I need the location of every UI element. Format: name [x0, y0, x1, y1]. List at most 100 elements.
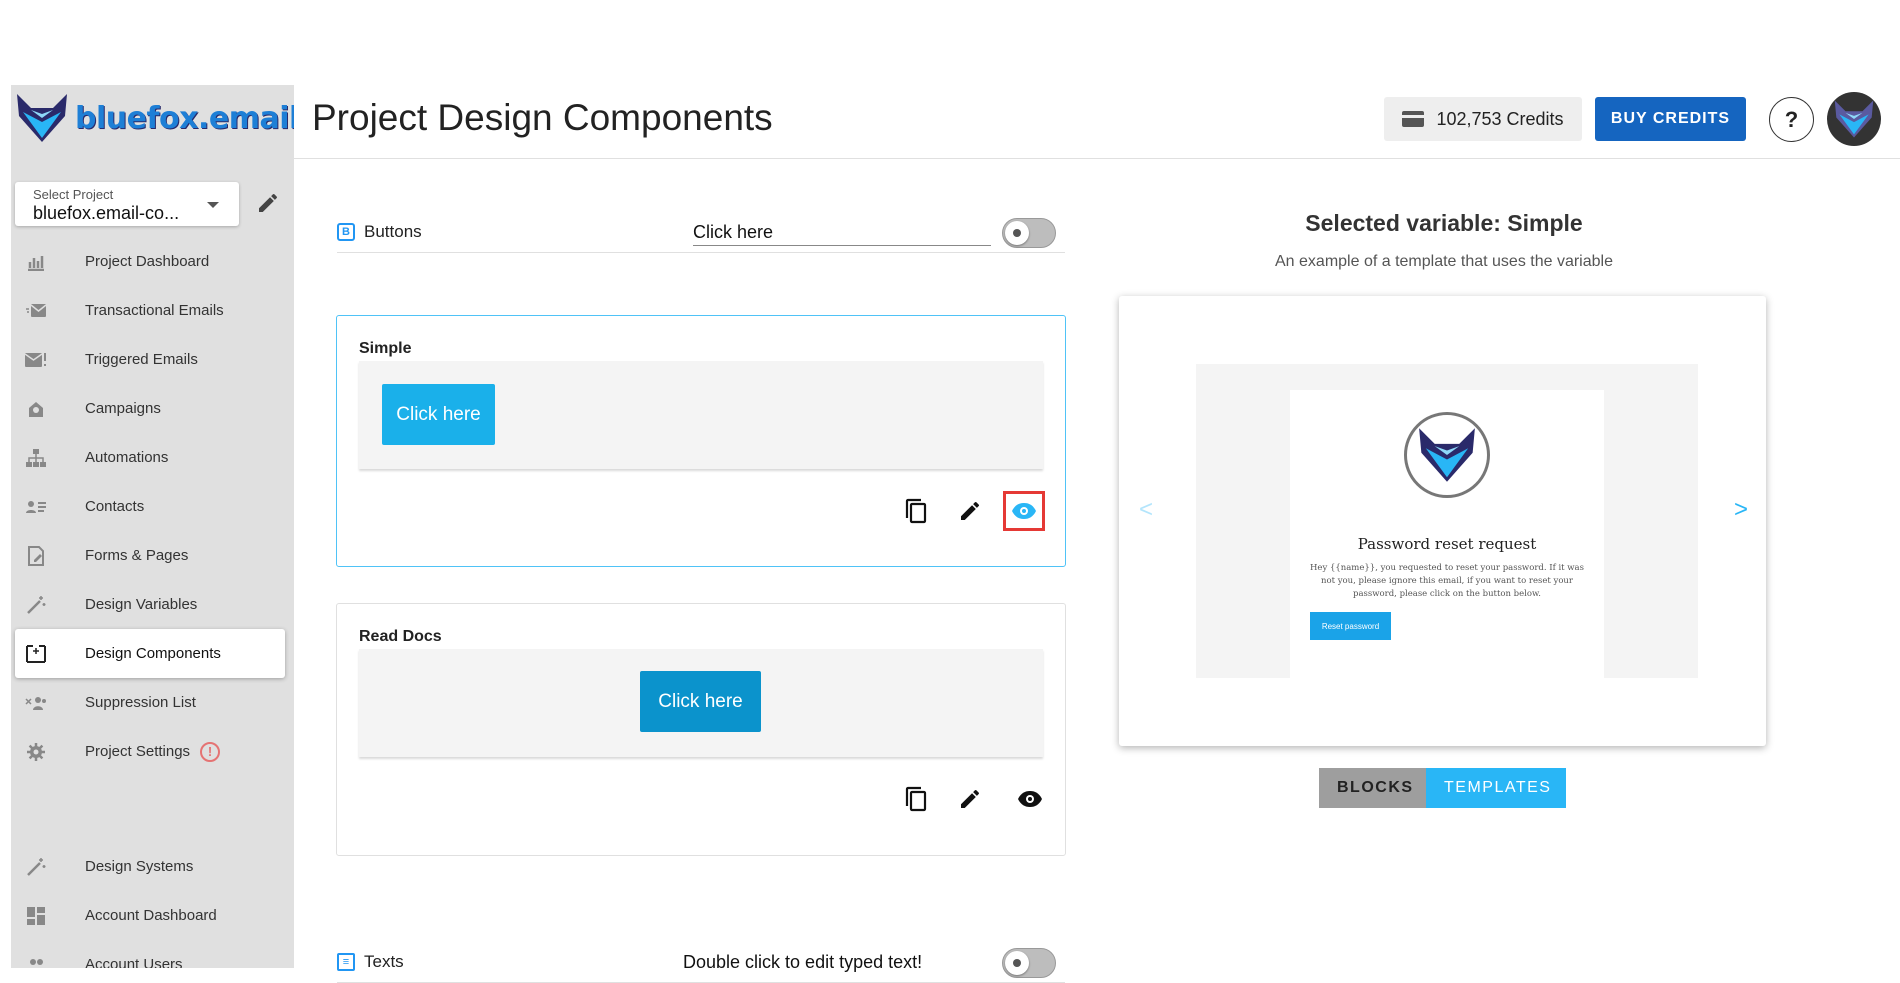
component-icon [25, 643, 47, 665]
blocks-tab[interactable]: BLOCKS [1319, 768, 1426, 808]
component-preview: Click here [359, 361, 1043, 469]
fox-logo-icon [17, 94, 67, 142]
project-select[interactable]: Select Project bluefox.email-co... [15, 182, 239, 226]
brand-name: bluefox.email [75, 100, 294, 136]
sidebar-item-contacts[interactable]: Contacts [15, 482, 285, 531]
texts-section-title: Texts [364, 952, 404, 971]
contacts-icon [25, 496, 47, 518]
form-icon [25, 545, 47, 567]
template-paper: Password reset request Hey {{name}}, you… [1290, 390, 1604, 678]
copy-button[interactable] [889, 491, 943, 531]
copy-icon [905, 786, 927, 812]
component-actions [889, 779, 1057, 819]
sidebar-item-design-systems[interactable]: Design Systems [15, 842, 285, 891]
templates-tab[interactable]: TEMPLATES [1426, 768, 1566, 808]
edit-button[interactable] [943, 779, 997, 819]
buttons-toggle[interactable] [1002, 218, 1056, 248]
texts-toggle[interactable] [1002, 948, 1056, 978]
user-block-icon [25, 692, 47, 714]
copy-button[interactable] [889, 779, 943, 819]
sidebar-item-suppression-list[interactable]: Suppression List [15, 678, 285, 727]
text-input[interactable]: Double click to edit typed text! [683, 949, 993, 976]
template-canvas: Password reset request Hey {{name}}, you… [1196, 364, 1698, 678]
template-body: Hey {{name}}, you requested to reset you… [1310, 563, 1584, 599]
texts-section-header: ≡ Texts Double click to edit typed text! [337, 943, 1065, 983]
pencil-icon [961, 501, 980, 520]
header-divider [294, 158, 1900, 159]
sidebar-item-forms-pages[interactable]: Forms & Pages [15, 531, 285, 580]
sidebar-item-label: Project Dashboard [85, 253, 210, 270]
component-card-simple[interactable]: Simple Click here [336, 315, 1066, 567]
eye-icon [1012, 503, 1036, 519]
pencil-icon [961, 789, 980, 808]
text-section-icon: ≡ [337, 953, 355, 971]
project-select-label: Select Project [33, 187, 114, 202]
sidebar-item-label: Suppression List [85, 694, 196, 711]
template-button: Reset password [1310, 612, 1391, 640]
sidebar-item-label: Design Components [85, 645, 221, 662]
fox-avatar-icon [1834, 100, 1874, 138]
credits-display: 102,753 Credits [1384, 97, 1582, 141]
button-text-input[interactable]: Click here [693, 219, 991, 246]
sidebar-item-label: Triggered Emails [85, 351, 198, 368]
sidebar-item-design-variables[interactable]: Design Variables [15, 580, 285, 629]
sidebar-item-design-components[interactable]: Design Components [15, 629, 285, 678]
component-card-read-docs[interactable]: Read Docs Click here [336, 603, 1066, 856]
selected-variable-subtitle: An example of a template that uses the v… [1275, 253, 1613, 270]
sidebar-item-label: Account Users [85, 956, 183, 968]
sidebar-item-label: Transactional Emails [85, 302, 224, 319]
sidebar-item-project-settings[interactable]: Project Settings ! [15, 727, 285, 776]
sidebar-item-label: Automations [85, 449, 169, 466]
component-title: Read Docs [359, 628, 442, 645]
preview-mode-toggle: BLOCKS TEMPLATES [1319, 768, 1566, 808]
sidebar-item-triggered-emails[interactable]: Triggered Emails [15, 335, 285, 384]
sidebar-item-automations[interactable]: Automations [15, 433, 285, 482]
sidebar-item-campaigns[interactable]: Campaigns [15, 384, 285, 433]
buttons-section-icon: B [337, 223, 355, 241]
campaign-icon [25, 398, 47, 420]
chart-icon [25, 251, 47, 273]
users-icon [25, 954, 47, 968]
brand-logo[interactable]: bluefox.email [15, 89, 294, 147]
toggle-knob [1005, 221, 1029, 245]
sidebar-item-label: Design Systems [85, 858, 194, 875]
sidebar-nav: Project Dashboard Transactional Emails T… [15, 237, 285, 968]
component-actions [889, 491, 1045, 531]
sidebar-item-label: Account Dashboard [85, 907, 217, 924]
buttons-section-title: Buttons [364, 222, 422, 241]
buttons-section-header: B Buttons Click here [337, 213, 1065, 253]
sidebar-item-label: Contacts [85, 498, 145, 515]
avatar[interactable] [1827, 92, 1881, 146]
sidebar-item-project-dashboard[interactable]: Project Dashboard [15, 237, 285, 286]
sidebar-item-transactional-emails[interactable]: Transactional Emails [15, 286, 285, 335]
template-heading: Password reset request [1357, 535, 1537, 553]
sidebar-item-account-dashboard[interactable]: Account Dashboard [15, 891, 285, 940]
pencil-icon [259, 193, 278, 212]
edit-button[interactable] [943, 491, 997, 531]
component-title: Simple [359, 340, 412, 357]
edit-project-button[interactable] [256, 191, 280, 220]
project-select-value: bluefox.email-co... [33, 203, 180, 223]
mail-send-icon [25, 300, 47, 322]
dashboard-icon [25, 905, 47, 927]
credit-card-icon [1402, 111, 1425, 127]
sidebar-item-label: Design Variables [85, 596, 198, 613]
wand-icon [25, 856, 47, 878]
wand-icon [25, 594, 47, 616]
sidebar-item-account-users[interactable]: Account Users [15, 940, 285, 968]
sidebar-item-label: Campaigns [85, 400, 161, 417]
eye-icon [1018, 791, 1042, 807]
help-button[interactable]: ? [1769, 97, 1814, 142]
preview-eye-button[interactable] [1003, 779, 1057, 819]
fox-logo-icon [1404, 412, 1490, 498]
sidebar-item-label: Project Settings [85, 743, 191, 760]
sidebar: bluefox.email Select Project bluefox.ema… [11, 85, 294, 968]
preview-button: Click here [382, 384, 495, 445]
preview-eye-button[interactable] [1003, 491, 1045, 531]
copy-icon [905, 498, 927, 524]
buy-credits-button[interactable]: BUY CREDITS [1595, 97, 1746, 141]
next-arrow-button[interactable]: > [1734, 496, 1748, 524]
selected-variable-title: Selected variable: Simple [1305, 210, 1583, 236]
gear-icon [25, 741, 47, 763]
prev-arrow-button[interactable]: < [1139, 496, 1153, 524]
